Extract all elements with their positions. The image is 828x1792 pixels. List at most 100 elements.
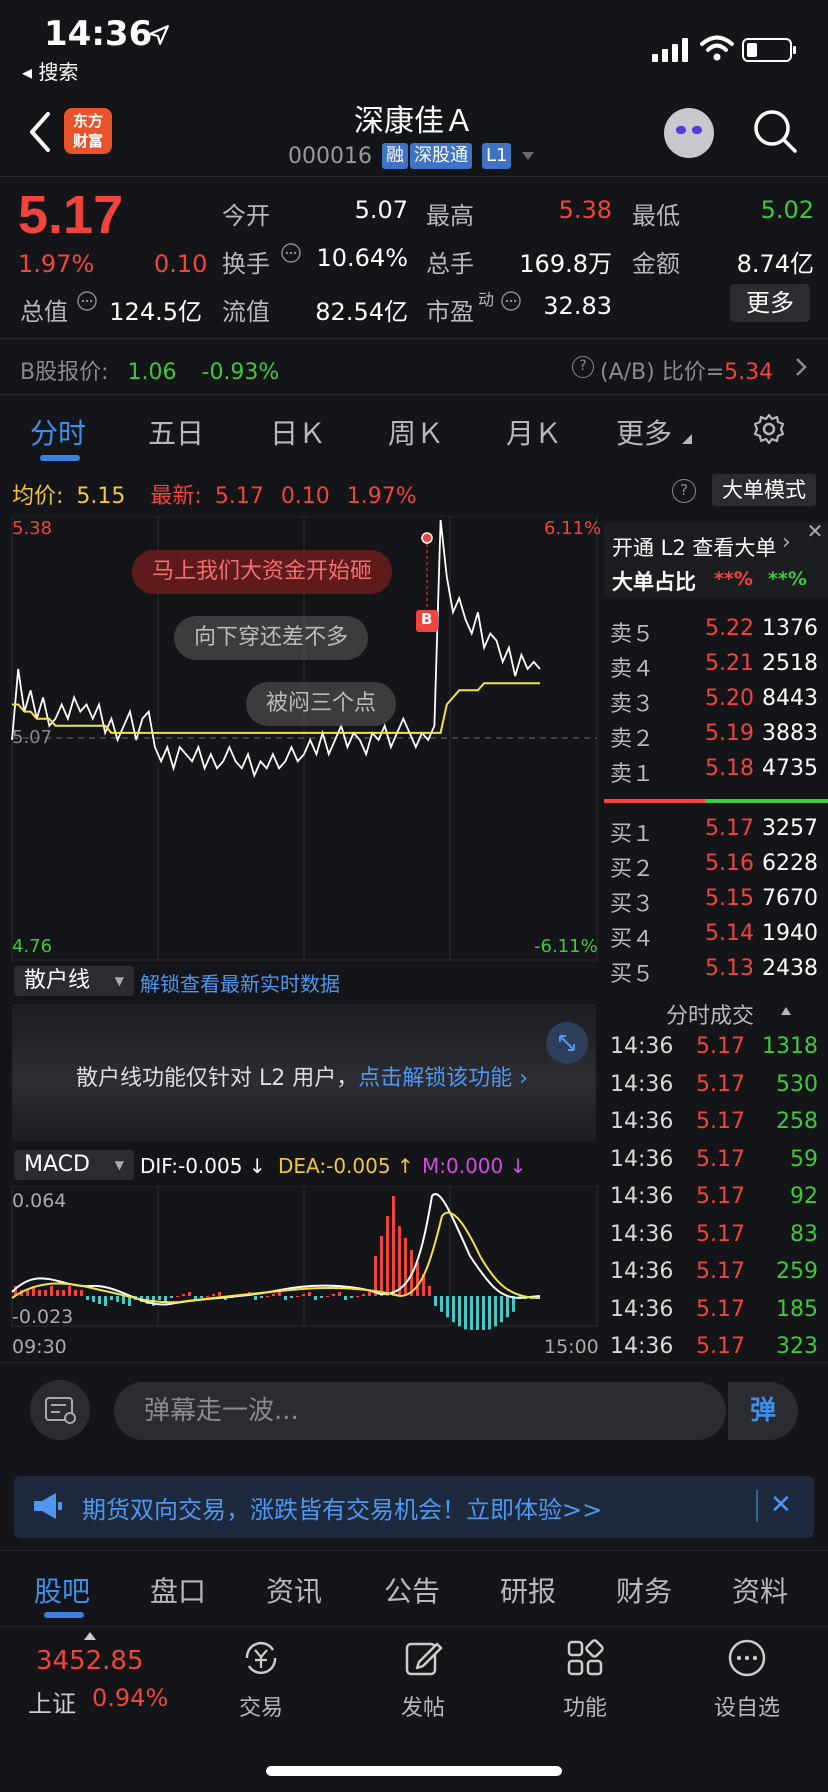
pct-axis-bottom: -6.11% (534, 936, 598, 957)
unlock-link[interactable]: 解锁查看最新实时数据 (140, 968, 340, 997)
buy-level-row[interactable]: 买３ 5.15 7670 (610, 886, 818, 920)
tab-news[interactable]: 资讯 (266, 1570, 322, 1610)
macd-bar (284, 1296, 287, 1300)
tab-monthly-k[interactable]: 月Ｋ (506, 412, 562, 452)
info-dots-icon[interactable] (500, 290, 522, 312)
macd-bar (386, 1216, 389, 1296)
robot-assistant-icon[interactable] (664, 108, 714, 158)
tab-forum[interactable]: 股吧 (34, 1570, 90, 1610)
tab-profile[interactable]: 资料 (732, 1570, 788, 1610)
tick-volume: 1318 (762, 1034, 818, 1059)
ab-ratio[interactable]: (A/B) 比价=5.34 (600, 354, 773, 386)
info-dots-icon[interactable] (280, 242, 302, 264)
pe-label: 市盈 (426, 298, 474, 326)
location-arrow-icon (149, 25, 169, 45)
avg-value: 5.15 (76, 484, 126, 509)
info-dots-icon[interactable] (76, 290, 98, 312)
buy-marker-label: B (421, 610, 433, 628)
macd-bar (206, 1296, 209, 1297)
ob-price: 5.22 (705, 616, 754, 641)
macd-bar (482, 1296, 485, 1330)
search-icon[interactable] (752, 108, 798, 154)
nav-trade[interactable]: 交易 (206, 1636, 316, 1722)
sell-level-row[interactable]: 卖５ 5.22 1376 (610, 616, 818, 650)
b-share-row[interactable]: B股报价: 1.06 -0.93% (20, 354, 279, 386)
y-axis-mid: 5.07 (12, 727, 53, 748)
tick-price: 5.17 (696, 1221, 745, 1247)
macd-select[interactable]: MACD ▼ (14, 1150, 134, 1180)
dropdown-triangle-icon[interactable] (520, 150, 536, 162)
big-order-mode-button[interactable]: 大单模式 (712, 474, 816, 506)
nav-post[interactable]: 发帖 (368, 1636, 478, 1722)
tab-announcements[interactable]: 公告 (384, 1570, 440, 1610)
chevron-right-icon[interactable] (794, 356, 808, 378)
b-share-price: 1.06 (127, 360, 177, 385)
sell-level-row[interactable]: 卖４ 5.21 2518 (610, 651, 818, 685)
index-name[interactable]: 上证 (28, 1684, 76, 1719)
sort-up-icon[interactable] (780, 1006, 792, 1016)
ticks-header[interactable]: 分时成交 (666, 998, 754, 1030)
macd-bar (398, 1226, 401, 1296)
nav-functions[interactable]: 功能 (530, 1636, 640, 1722)
nav-add-watchlist[interactable]: 设自选 (692, 1636, 802, 1722)
ob-volume: 1376 (762, 616, 818, 641)
back-to-search-link[interactable]: ◂ 搜索 (22, 56, 78, 85)
index-value[interactable]: 3452.85 (36, 1646, 144, 1676)
ob-volume: 7670 (762, 886, 818, 911)
tick-time: 14:36 (610, 1146, 674, 1172)
settings-gear-icon[interactable] (752, 412, 786, 446)
tick-time: 14:36 (610, 1184, 674, 1209)
promo-text[interactable]: 期货双向交易，涨跌皆有交易机会！立即体验>> (82, 1490, 602, 1525)
danmu-settings-icon[interactable] (30, 1380, 90, 1440)
help-icon[interactable]: ? (672, 479, 696, 503)
help-icon[interactable]: ? (572, 356, 594, 378)
sell-level-row[interactable]: 卖２ 5.19 3883 (610, 721, 818, 755)
ob-level-label: 卖５ (610, 622, 655, 647)
ab-ratio-value: 5.34 (724, 360, 774, 385)
danmu-send-button[interactable]: 弹 (726, 1382, 798, 1440)
macd-bar (176, 1296, 179, 1297)
index-percent[interactable]: 0.94% (92, 1684, 168, 1712)
tab-five-day[interactable]: 五日 (148, 412, 204, 452)
buy-level-row[interactable]: 买２ 5.16 6228 (610, 851, 818, 885)
buy-level-row[interactable]: 买１ 5.17 3257 (610, 816, 818, 850)
float-value: 82.54亿 (315, 298, 408, 326)
macd-bar (200, 1296, 203, 1298)
tick-volume: 323 (776, 1334, 818, 1359)
back-chevron-icon[interactable] (24, 108, 54, 156)
tab-more[interactable]: 更多 (616, 412, 672, 452)
macd-bar (380, 1236, 383, 1296)
sell-level-row[interactable]: 卖３ 5.20 8443 (610, 686, 818, 720)
buy-level-row[interactable]: 买５ 5.13 2438 (610, 956, 818, 990)
sell-level-row[interactable]: 卖１ 5.18 4735 (610, 756, 818, 790)
home-indicator (266, 1766, 562, 1776)
macd-bar (350, 1296, 353, 1298)
tick-volume: 258 (776, 1109, 818, 1134)
close-icon[interactable]: ✕ (770, 1490, 792, 1520)
close-icon[interactable]: ✕ (804, 520, 826, 542)
unlock-feature-link[interactable]: 点击解锁该功能 › (358, 1066, 528, 1091)
logo-line-2: 财富 (72, 132, 103, 150)
up-triangle-icon (84, 1632, 96, 1640)
danmu-input[interactable]: 弹幕走一波... (114, 1382, 726, 1440)
buy-level-row[interactable]: 买４ 5.14 1940 (610, 921, 818, 955)
indicator-select[interactable]: 散户线 ▼ (14, 966, 134, 996)
tick-price: 5.17 (696, 1109, 745, 1134)
macd-y-top: 0.064 (12, 1190, 67, 1212)
l2-promo-text: 开通 L2 查看大单 (612, 536, 777, 560)
b-share-change: -0.93% (201, 360, 280, 385)
locked-feature-panel: 散户线功能仅针对 L2 用户，点击解锁该功能 › (12, 1004, 596, 1142)
tab-intraday[interactable]: 分时 (30, 412, 86, 452)
cellular-signal-icon (652, 38, 688, 62)
tab-research[interactable]: 研报 (500, 1570, 556, 1610)
tab-daily-k[interactable]: 日Ｋ (270, 412, 326, 452)
tab-handicap[interactable]: 盘口 (150, 1570, 206, 1610)
more-button[interactable]: 更多 (730, 284, 810, 322)
ob-volume: 2438 (762, 956, 818, 981)
tab-weekly-k[interactable]: 周Ｋ (388, 412, 444, 452)
low-label: 最低 (632, 202, 680, 230)
b-share-label: B股报价: (20, 360, 109, 385)
tab-financials[interactable]: 财务 (616, 1570, 672, 1610)
expand-icon[interactable] (546, 1022, 588, 1064)
l2-promo-box[interactable]: 开通 L2 查看大单 › 大单占比 **% **% (604, 522, 828, 598)
